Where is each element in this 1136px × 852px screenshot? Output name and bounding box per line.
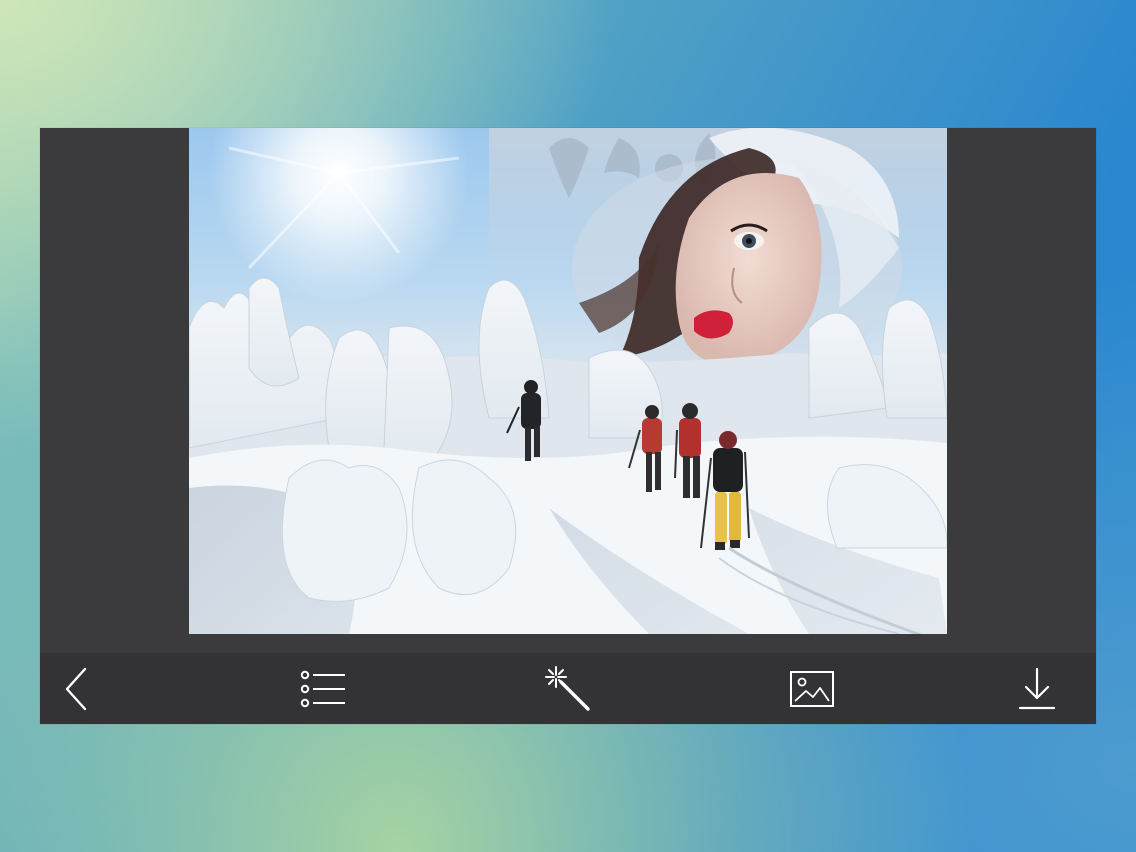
save-button[interactable]	[1002, 653, 1072, 724]
back-button[interactable]	[42, 653, 112, 724]
image-icon	[790, 670, 834, 707]
magic-wand-icon	[545, 665, 590, 711]
gallery-button[interactable]	[777, 653, 847, 724]
list-icon	[300, 670, 345, 707]
chevron-left-icon	[65, 667, 87, 710]
effects-button[interactable]	[533, 653, 603, 724]
photo-canvas[interactable]	[189, 128, 947, 634]
download-icon	[1018, 667, 1056, 709]
photo-collage-icon	[189, 128, 947, 634]
editor-screen	[40, 128, 1096, 724]
frames-list-button[interactable]	[288, 653, 358, 724]
bottom-toolbar	[40, 653, 1096, 724]
